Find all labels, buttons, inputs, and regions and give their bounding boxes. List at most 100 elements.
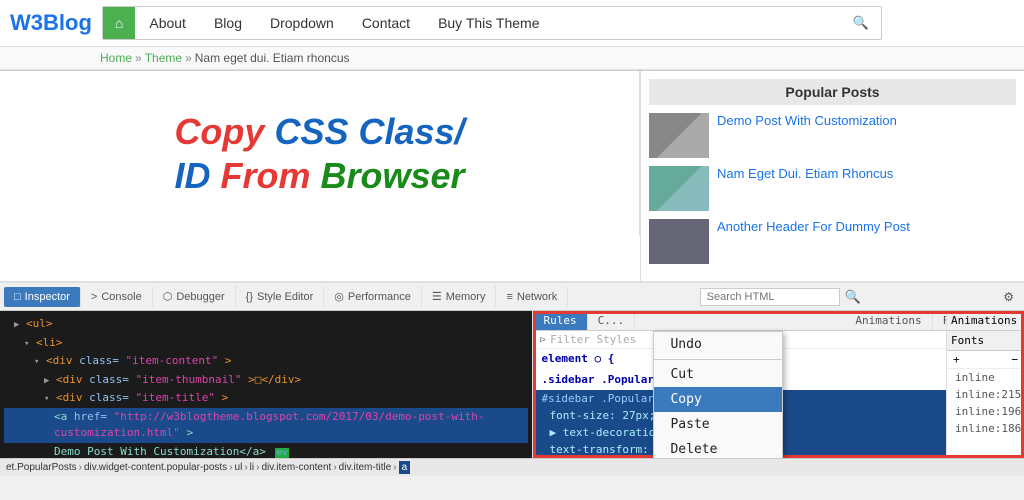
- hero-word-browser: Browser: [320, 155, 464, 196]
- nav-contact[interactable]: Contact: [348, 7, 424, 39]
- devtools-search: 🔍: [700, 287, 866, 307]
- bc-item-7[interactable]: a: [399, 461, 411, 474]
- nav-dropdown[interactable]: Dropdown: [256, 7, 348, 39]
- context-menu: Undo Cut Copy Paste Delete Select All: [653, 331, 783, 458]
- html-attr: class=: [89, 391, 129, 404]
- hero-line1: Copy CSS Class/: [174, 110, 464, 153]
- post-title-3[interactable]: Another Header For Dummy Post: [717, 219, 910, 236]
- hero-text: Copy CSS Class/ ID From Browser: [174, 110, 464, 196]
- nav-search-icon[interactable]: 🔍: [841, 7, 881, 39]
- popular-post-2: Nam Eget Dui. Etiam Rhoncus: [649, 166, 1016, 211]
- html-anchor-tag: <a: [54, 410, 74, 423]
- html-attr: class=: [79, 354, 119, 367]
- inline-val-4: inline:186: [947, 420, 1024, 437]
- triangle-icon: ▶: [14, 320, 19, 330]
- debugger-icon: ⬡: [163, 290, 173, 303]
- tab-console[interactable]: > Console: [81, 287, 153, 307]
- css-panel-wrapper: Rules C... Animations Fonts + − ⊳ Filter…: [532, 311, 1024, 458]
- breadcrumb-sep2: »: [185, 51, 192, 65]
- bc-item-2[interactable]: div.widget-content.popular-posts: [84, 462, 227, 473]
- html-tag: <div: [56, 373, 89, 386]
- triangle-icon: ▾: [24, 339, 29, 349]
- tab-memory[interactable]: ☰ Memory: [422, 286, 497, 307]
- css-tab-rules[interactable]: Rules: [533, 311, 587, 330]
- context-menu-copy[interactable]: Copy: [654, 387, 782, 412]
- hero-word-class: Class/: [358, 111, 464, 152]
- search-icon[interactable]: 🔍: [840, 287, 866, 307]
- post-thumb-2: [649, 166, 709, 211]
- tab-debugger-label: Debugger: [176, 291, 224, 303]
- breadcrumb-home[interactable]: Home: [100, 51, 132, 65]
- html-line-1: ▶ <ul>: [4, 315, 528, 334]
- context-menu-cut[interactable]: Cut: [654, 362, 782, 387]
- tab-inspector-label: Inspector: [25, 291, 70, 303]
- breadcrumb-theme[interactable]: Theme: [145, 51, 182, 65]
- fonts-header: Fonts: [947, 331, 1024, 351]
- css-tab-animations[interactable]: Animations: [845, 311, 932, 330]
- bc-sep-4: ›: [256, 462, 259, 473]
- plus-icon[interactable]: +: [953, 353, 960, 366]
- tab-style-editor[interactable]: {} Style Editor: [236, 287, 325, 307]
- settings-icon[interactable]: ⚙: [1003, 290, 1014, 304]
- html-href-val: "http://w3blogtheme.blogspot.com/2017/03…: [54, 410, 485, 440]
- bc-sep-6: ›: [393, 462, 396, 473]
- html-line-5: ▾ <div class= "item-title" >: [4, 389, 528, 408]
- search-html-input[interactable]: [700, 288, 840, 306]
- post-thumb-3: [649, 219, 709, 264]
- nav-links: ⌂ About Blog Dropdown Contact Buy This T…: [102, 6, 882, 40]
- popular-post-1: Demo Post With Customization: [649, 113, 1016, 158]
- html-tag: >: [222, 391, 229, 404]
- tab-inspector[interactable]: □ Inspector: [4, 287, 81, 307]
- nav-bar: W3Blog ⌂ About Blog Dropdown Contact Buy…: [0, 0, 1024, 47]
- css-tab-computed[interactable]: C...: [588, 311, 636, 330]
- filter-icon: ⊳: [539, 333, 546, 346]
- devtools-body: ▶ <ul> ▾ <li> ▾ <div class= "item-conten…: [0, 311, 1024, 458]
- tab-performance[interactable]: ◎ Performance: [324, 286, 422, 307]
- content-area: Copy CSS Class/ ID From Browser: [0, 71, 640, 281]
- post-title-1[interactable]: Demo Post With Customization: [717, 113, 897, 130]
- bc-item-5[interactable]: div.item-content: [261, 462, 331, 473]
- html-panel: ▶ <ul> ▾ <li> ▾ <div class= "item-conten…: [0, 311, 532, 458]
- html-tag: <div: [56, 391, 89, 404]
- devtools-tabs: □ Inspector > Console ⬡ Debugger {} Styl…: [0, 283, 1024, 311]
- site-title: W3Blog: [10, 10, 92, 36]
- triangle-icon: ▾: [34, 357, 39, 367]
- html-line-3: ▾ <div class= "item-content" >: [4, 352, 528, 371]
- html-tag: >□</div>: [248, 373, 301, 386]
- nav-blog[interactable]: Blog: [200, 7, 256, 39]
- tab-memory-label: Memory: [446, 291, 486, 303]
- tab-network-label: Network: [517, 291, 557, 303]
- performance-icon: ◎: [334, 290, 344, 303]
- console-icon: >: [91, 291, 97, 303]
- bc-item-6[interactable]: div.item-title: [339, 462, 392, 473]
- hero-word-copy: Copy: [174, 111, 274, 152]
- inspector-icon: □: [14, 291, 21, 303]
- html-line-2: ▾ <li>: [4, 334, 528, 353]
- nav-about[interactable]: About: [135, 7, 200, 39]
- tab-network[interactable]: ≡ Network: [496, 287, 568, 307]
- bc-item-1[interactable]: et.PopularPosts: [6, 462, 77, 473]
- bc-item-3[interactable]: ul: [235, 462, 243, 473]
- inline-val-3: inline:196: [947, 403, 1024, 420]
- filter-styles-label: Filter Styles: [550, 333, 636, 346]
- nav-buy-theme[interactable]: Buy This Theme: [424, 7, 553, 39]
- context-menu-delete[interactable]: Delete: [654, 437, 782, 458]
- inline-val-2: inline:215: [947, 386, 1024, 403]
- network-icon: ≡: [506, 291, 512, 303]
- minus-icon[interactable]: −: [1011, 353, 1018, 366]
- memory-icon: ☰: [432, 290, 442, 303]
- post-title-2[interactable]: Nam Eget Dui. Etiam Rhoncus: [717, 166, 893, 183]
- inline-val-1: inline: [947, 369, 1024, 386]
- triangle-icon: ▶: [44, 376, 49, 386]
- toolbar-icons: ⚙: [997, 290, 1020, 304]
- context-menu-paste[interactable]: Paste: [654, 412, 782, 437]
- bc-item-4[interactable]: li: [250, 462, 254, 473]
- context-menu-undo[interactable]: Undo: [654, 332, 782, 357]
- hero-line2: ID From Browser: [174, 154, 464, 197]
- html-line-6-selected[interactable]: <a href= "http://w3blogtheme.blogspot.co…: [4, 408, 528, 443]
- html-text-content: Demo Post With Customization</a>: [54, 445, 266, 458]
- context-menu-separator: [654, 359, 782, 360]
- tab-debugger[interactable]: ⬡ Debugger: [153, 286, 236, 307]
- nav-home-button[interactable]: ⌂: [103, 7, 135, 39]
- hero-word-id: ID: [174, 155, 220, 196]
